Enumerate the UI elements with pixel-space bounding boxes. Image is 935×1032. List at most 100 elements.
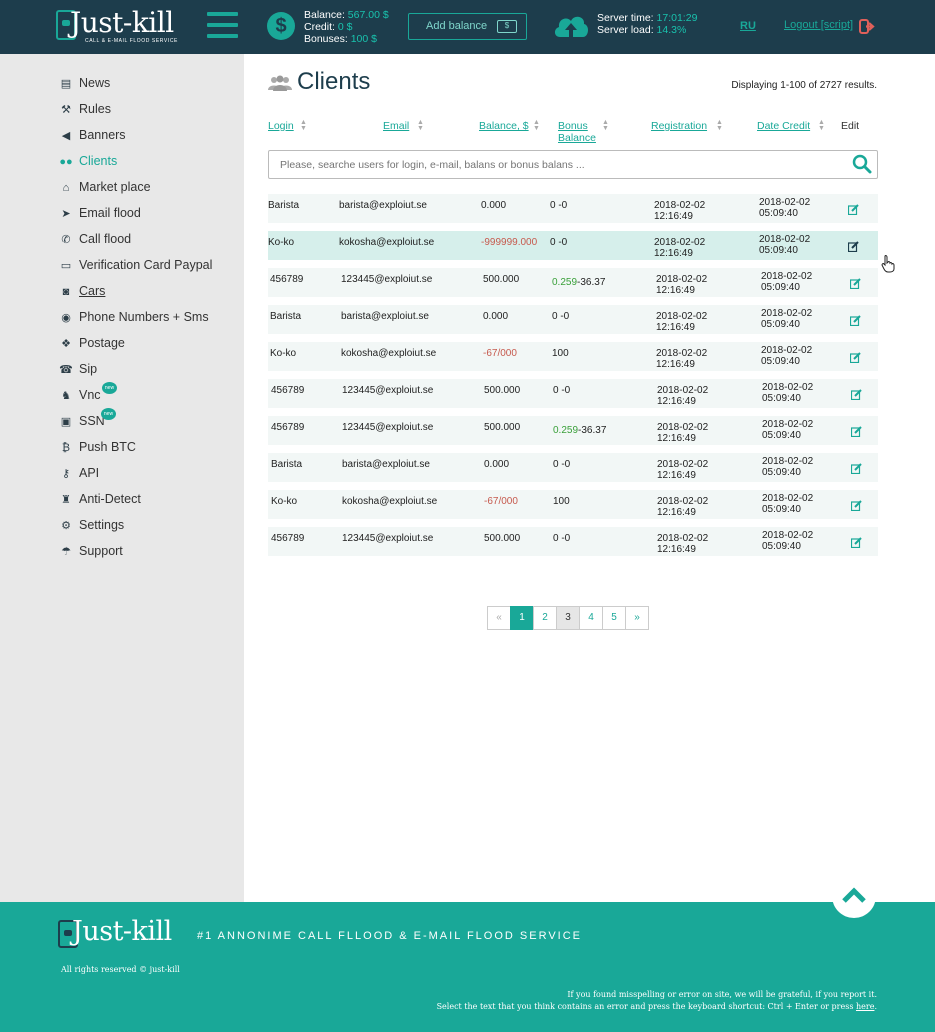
cell-date-credit: 2018-02-02 05:09:40 bbox=[761, 308, 812, 330]
footer-logo-text: Just-kill bbox=[72, 916, 172, 947]
cell-balance: 500.000 bbox=[484, 422, 521, 433]
cell-email: 123445@exploiut.se bbox=[341, 274, 433, 285]
cell-login: 456789 bbox=[271, 385, 305, 396]
edit-icon[interactable] bbox=[851, 426, 862, 437]
pager-page-1[interactable]: 1 bbox=[510, 606, 534, 630]
pager-page-2[interactable]: 2 bbox=[533, 606, 557, 630]
cell-login: Ko-ko bbox=[270, 348, 297, 359]
cell-date-credit: 2018-02-02 05:09:40 bbox=[759, 234, 810, 256]
credit-date: 2018-02-02 bbox=[762, 456, 814, 467]
search-input[interactable] bbox=[268, 150, 878, 179]
car-icon: ◙ bbox=[62, 286, 70, 298]
cell-date-credit: 2018-02-02 05:09:40 bbox=[762, 493, 813, 515]
table-row[interactable]: 456789 123445@exploiut.se 500.000 0 -0 2018-… bbox=[268, 379, 878, 408]
credit-date: 2018-02-02 bbox=[759, 234, 811, 245]
android-icon: ♞ bbox=[61, 390, 71, 402]
edit-icon[interactable] bbox=[851, 537, 862, 548]
cell-login: Barista bbox=[270, 311, 302, 322]
column-date-credit[interactable]: Date Credit ▲ ▼ bbox=[757, 119, 825, 132]
cell-bonus: 0 -0 bbox=[550, 237, 567, 248]
cell-email: 123445@exploiut.se bbox=[342, 533, 434, 544]
pager-next-button[interactable]: » bbox=[625, 606, 649, 630]
footer-logo[interactable]: Just-kill bbox=[58, 916, 183, 950]
server-load-value: 14.3% bbox=[656, 24, 687, 36]
pager-page-5[interactable]: 5 bbox=[602, 606, 626, 630]
search-icon[interactable] bbox=[852, 154, 872, 174]
cell-date-credit: 2018-02-02 05:09:40 bbox=[761, 345, 812, 367]
bonus-value: 0 -0 bbox=[550, 237, 568, 248]
table-row[interactable]: Ko-ko kokosha@exploiut.se -67/000 100 2018-0… bbox=[268, 342, 878, 371]
bonus-positive: 0.259 bbox=[552, 277, 578, 288]
reg-time: 12:16:49 bbox=[656, 322, 695, 333]
column-balance[interactable]: Balance, $ ▲ ▼ bbox=[479, 119, 540, 132]
edit-icon[interactable] bbox=[850, 278, 861, 289]
new-badge: new bbox=[102, 382, 117, 394]
cell-balance: -999999.000 bbox=[481, 237, 538, 248]
sort-icon: ▲ ▼ bbox=[533, 119, 540, 132]
sidebar-item-label: Sip bbox=[79, 362, 98, 376]
reg-date: 2018-02-02 bbox=[654, 200, 706, 211]
table-row[interactable]: 456789 123445@exploiut.se 500.000 0 -0 2018-… bbox=[268, 527, 878, 556]
reg-time: 12:16:49 bbox=[657, 544, 696, 555]
column-registration-label: Registration bbox=[651, 120, 708, 132]
table-row[interactable]: Ko-ko kokosha@exploiut.se -999999.000 0 -0 2… bbox=[268, 231, 878, 260]
language-switch[interactable]: RU bbox=[740, 20, 756, 32]
report-here-link[interactable]: here bbox=[856, 1002, 874, 1011]
sidebar-item-label: Verification Card Paypal bbox=[79, 258, 213, 272]
reg-date: 2018-02-02 bbox=[657, 533, 709, 544]
sidebar-item-label: Settings bbox=[79, 518, 125, 532]
sidebar-item-label: News bbox=[79, 76, 111, 90]
sign-out-icon[interactable] bbox=[859, 19, 876, 34]
edit-icon[interactable] bbox=[848, 241, 859, 252]
cloud-upload-icon bbox=[554, 16, 589, 37]
edit-icon[interactable] bbox=[851, 389, 862, 400]
bonus-value: 100 bbox=[553, 496, 570, 507]
pager-prev-button[interactable]: « bbox=[487, 606, 511, 630]
edit-icon[interactable] bbox=[851, 463, 862, 474]
phone-icon: ✆ bbox=[61, 234, 71, 246]
logout-link[interactable]: Logout [script] bbox=[784, 19, 853, 31]
credit-time: 05:09:40 bbox=[762, 393, 801, 404]
table-row[interactable]: 456789 123445@exploiut.se 500.000 0.259-36.… bbox=[268, 416, 878, 445]
add-balance-button[interactable]: Add balance $ bbox=[408, 13, 527, 40]
cell-registration: 2018-02-02 12:16:49 bbox=[656, 311, 707, 333]
column-email[interactable]: Email ▲ ▼ bbox=[383, 119, 424, 132]
sidebar-item-label: Rules bbox=[79, 102, 111, 116]
sidebar-item-label: Support bbox=[79, 544, 123, 558]
table-row[interactable]: Barista barista@exploiut.se 0.000 0 -0 2018-… bbox=[268, 453, 878, 482]
bonus-value: -36.37 bbox=[578, 425, 607, 436]
edit-icon[interactable] bbox=[850, 352, 861, 363]
cell-bonus: 0 -0 bbox=[552, 311, 569, 322]
cell-login: 456789 bbox=[271, 422, 305, 433]
scroll-to-top-button[interactable] bbox=[832, 874, 876, 918]
table-row[interactable]: Barista barista@exploiut.se 0.000 0 -0 2018-… bbox=[268, 305, 878, 334]
column-date-credit-label: Date Credit bbox=[757, 120, 811, 132]
pager-page-3[interactable]: 3 bbox=[556, 606, 580, 630]
edit-icon[interactable] bbox=[851, 500, 862, 511]
column-registration[interactable]: Registration ▲ ▼ bbox=[651, 119, 723, 132]
cell-login: Ko-ko bbox=[271, 496, 298, 507]
reg-date: 2018-02-02 bbox=[657, 422, 709, 433]
bonus-value: 0 -0 bbox=[553, 459, 571, 470]
table-row[interactable]: 456789 123445@exploiut.se 500.000 0.259-36.… bbox=[268, 268, 878, 297]
reg-time: 12:16:49 bbox=[657, 507, 696, 518]
table-row[interactable]: Ko-ko kokosha@exploiut.se -67/000 100 2018-0… bbox=[268, 490, 878, 519]
cell-registration: 2018-02-02 12:16:49 bbox=[654, 200, 705, 222]
table-row[interactable]: Barista barista@exploiut.se 0.000 0 -0 2018-… bbox=[268, 194, 878, 223]
column-login[interactable]: Login ▲ ▼ bbox=[268, 119, 307, 132]
server-load-label: Server load: bbox=[597, 24, 654, 36]
cell-registration: 2018-02-02 12:16:49 bbox=[657, 496, 708, 518]
edit-icon[interactable] bbox=[848, 204, 859, 215]
user-secret-icon: ♜ bbox=[61, 494, 71, 506]
menu-toggle-button[interactable] bbox=[207, 12, 238, 40]
sidebar-item-label: Vnc bbox=[79, 388, 101, 402]
edit-icon[interactable] bbox=[850, 315, 861, 326]
cell-bonus: 0.259-36.37 bbox=[553, 425, 606, 436]
umbrella-icon: ☂ bbox=[61, 546, 71, 558]
footer-report-note: If you found misspelling or error on sit… bbox=[436, 990, 877, 1011]
column-bonus-balance[interactable]: Bonus Balance ▲ ▼ bbox=[558, 119, 609, 144]
chevron-up-icon bbox=[842, 887, 866, 903]
cell-bonus: 0 -0 bbox=[553, 459, 570, 470]
new-badge: new bbox=[101, 408, 116, 420]
pager-page-4[interactable]: 4 bbox=[579, 606, 603, 630]
